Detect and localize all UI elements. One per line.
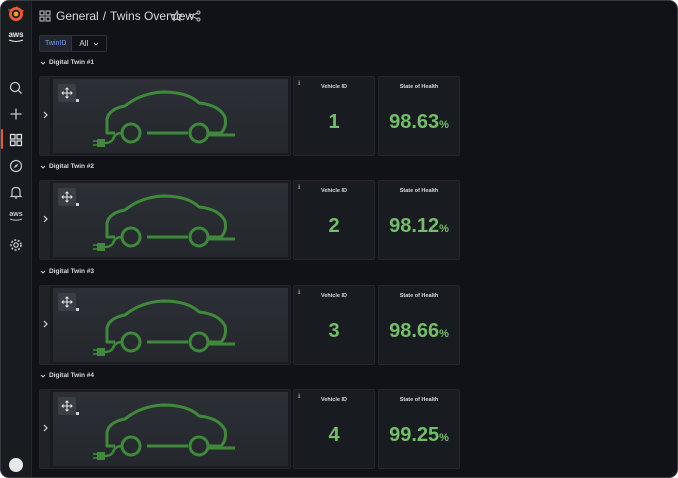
row-header[interactable]: Digital Twin #2 — [40, 163, 94, 170]
state-of-health-panel[interactable]: State of Health 98.66% — [378, 285, 460, 365]
expand-toggle[interactable] — [40, 286, 50, 364]
image-panel[interactable] — [39, 76, 291, 156]
sidebar: aws aws — [1, 1, 32, 477]
image-panel[interactable] — [39, 285, 291, 365]
image-area — [53, 288, 288, 362]
ev-car-icon — [93, 194, 235, 251]
chevron-right-icon — [43, 424, 48, 432]
state-of-health-label: State of Health — [399, 397, 439, 403]
ev-car-icon — [93, 299, 235, 356]
dashboards-icon[interactable] — [7, 131, 25, 149]
star-icon[interactable] — [171, 10, 183, 22]
image-area — [53, 183, 288, 257]
row-title: Digital Twin #4 — [49, 372, 95, 379]
move-icon — [61, 87, 73, 99]
resize-handle[interactable] — [76, 99, 79, 102]
move-icon — [61, 296, 73, 308]
vehicle-id-label: Vehicle ID — [321, 397, 347, 403]
move-button[interactable] — [58, 188, 76, 206]
vehicle-id-value: 2 — [328, 215, 340, 237]
vehicle-id-panel[interactable]: ℹ Vehicle ID 4 — [293, 389, 375, 469]
active-indicator — [1, 129, 3, 149]
gear-icon[interactable] — [7, 236, 25, 254]
chevron-down-icon — [40, 270, 46, 274]
image-panel[interactable] — [39, 180, 291, 260]
state-of-health-panel[interactable]: State of Health 98.12% — [378, 180, 460, 260]
vehicle-id-panel[interactable]: ℹ Vehicle ID 2 — [293, 180, 375, 260]
chevron-right-icon — [43, 111, 48, 119]
ev-car-icon — [93, 403, 235, 460]
plus-icon[interactable] — [7, 105, 25, 123]
vehicle-id-label: Vehicle ID — [321, 188, 347, 194]
row-title: Digital Twin #1 — [49, 59, 95, 66]
state-of-health-label: State of Health — [399, 84, 439, 90]
image-area — [53, 79, 288, 153]
variable-label: TwinID — [39, 35, 73, 52]
expand-toggle[interactable] — [40, 77, 50, 155]
vehicle-id-panel[interactable]: ℹ Vehicle ID 3 — [293, 285, 375, 365]
breadcrumb-separator: / — [102, 9, 107, 23]
chevron-down-icon — [40, 374, 46, 378]
image-panel[interactable] — [39, 389, 291, 469]
row-title: Digital Twin #3 — [49, 268, 95, 275]
app-window: aws aws General / Twins Overview TwinID … — [1, 1, 677, 477]
twinid-select[interactable]: All — [72, 35, 108, 52]
chevron-down-icon — [40, 61, 46, 65]
variable-bar: TwinID All — [39, 35, 108, 52]
state-of-health-value: 98.63% — [389, 111, 449, 133]
state-of-health-panel[interactable]: State of Health 98.63% — [378, 76, 460, 156]
chevron-right-icon — [43, 215, 48, 223]
resize-handle[interactable] — [76, 203, 79, 206]
state-of-health-value: 98.12% — [389, 215, 449, 237]
move-button[interactable] — [58, 397, 76, 415]
aws-small-smile-icon — [9, 218, 23, 221]
aws-icon[interactable]: aws — [7, 211, 25, 229]
user-avatar[interactable] — [9, 458, 23, 472]
move-button[interactable] — [58, 293, 76, 311]
image-area — [53, 392, 288, 466]
vehicle-id-value: 4 — [328, 424, 340, 446]
expand-toggle[interactable] — [40, 390, 50, 468]
ev-car-icon — [93, 90, 235, 147]
row-header[interactable]: Digital Twin #1 — [40, 59, 94, 66]
state-of-health-label: State of Health — [399, 188, 439, 194]
row-header[interactable]: Digital Twin #3 — [40, 268, 94, 275]
vehicle-id-label: Vehicle ID — [321, 293, 347, 299]
move-icon — [61, 400, 73, 412]
top-navbar: General / Twins Overview — [31, 1, 677, 31]
expand-toggle[interactable] — [40, 181, 50, 259]
state-of-health-label: State of Health — [399, 293, 439, 299]
grafana-logo-icon[interactable] — [8, 6, 24, 22]
row-header[interactable]: Digital Twin #4 — [40, 372, 94, 379]
twinid-select-value: All — [79, 39, 89, 48]
resize-handle[interactable] — [76, 308, 79, 311]
chevron-down-icon — [93, 42, 99, 46]
vehicle-id-value: 1 — [328, 111, 340, 133]
breadcrumb-folder[interactable]: General — [56, 9, 99, 23]
chevron-right-icon — [43, 320, 48, 328]
move-button[interactable] — [58, 84, 76, 102]
move-icon — [61, 191, 73, 203]
search-icon[interactable] — [7, 79, 25, 97]
resize-handle[interactable] — [76, 412, 79, 415]
state-of-health-panel[interactable]: State of Health 99.25% — [378, 389, 460, 469]
row-title: Digital Twin #2 — [49, 163, 95, 170]
explore-icon[interactable] — [7, 157, 25, 175]
state-of-health-value: 98.66% — [389, 320, 449, 342]
aws-icon-text: aws — [9, 211, 23, 218]
apps-icon[interactable] — [39, 10, 51, 22]
vehicle-id-panel[interactable]: ℹ Vehicle ID 1 — [293, 76, 375, 156]
share-icon[interactable] — [189, 10, 201, 22]
state-of-health-value: 99.25% — [389, 424, 449, 446]
chevron-down-icon — [40, 165, 46, 169]
vehicle-id-label: Vehicle ID — [321, 84, 347, 90]
aws-logo-icon[interactable]: aws — [7, 31, 25, 45]
alert-bell-icon[interactable] — [7, 183, 25, 201]
vehicle-id-value: 3 — [328, 320, 340, 342]
aws-smile-icon — [8, 39, 24, 42]
aws-logo-text: aws — [8, 30, 24, 39]
